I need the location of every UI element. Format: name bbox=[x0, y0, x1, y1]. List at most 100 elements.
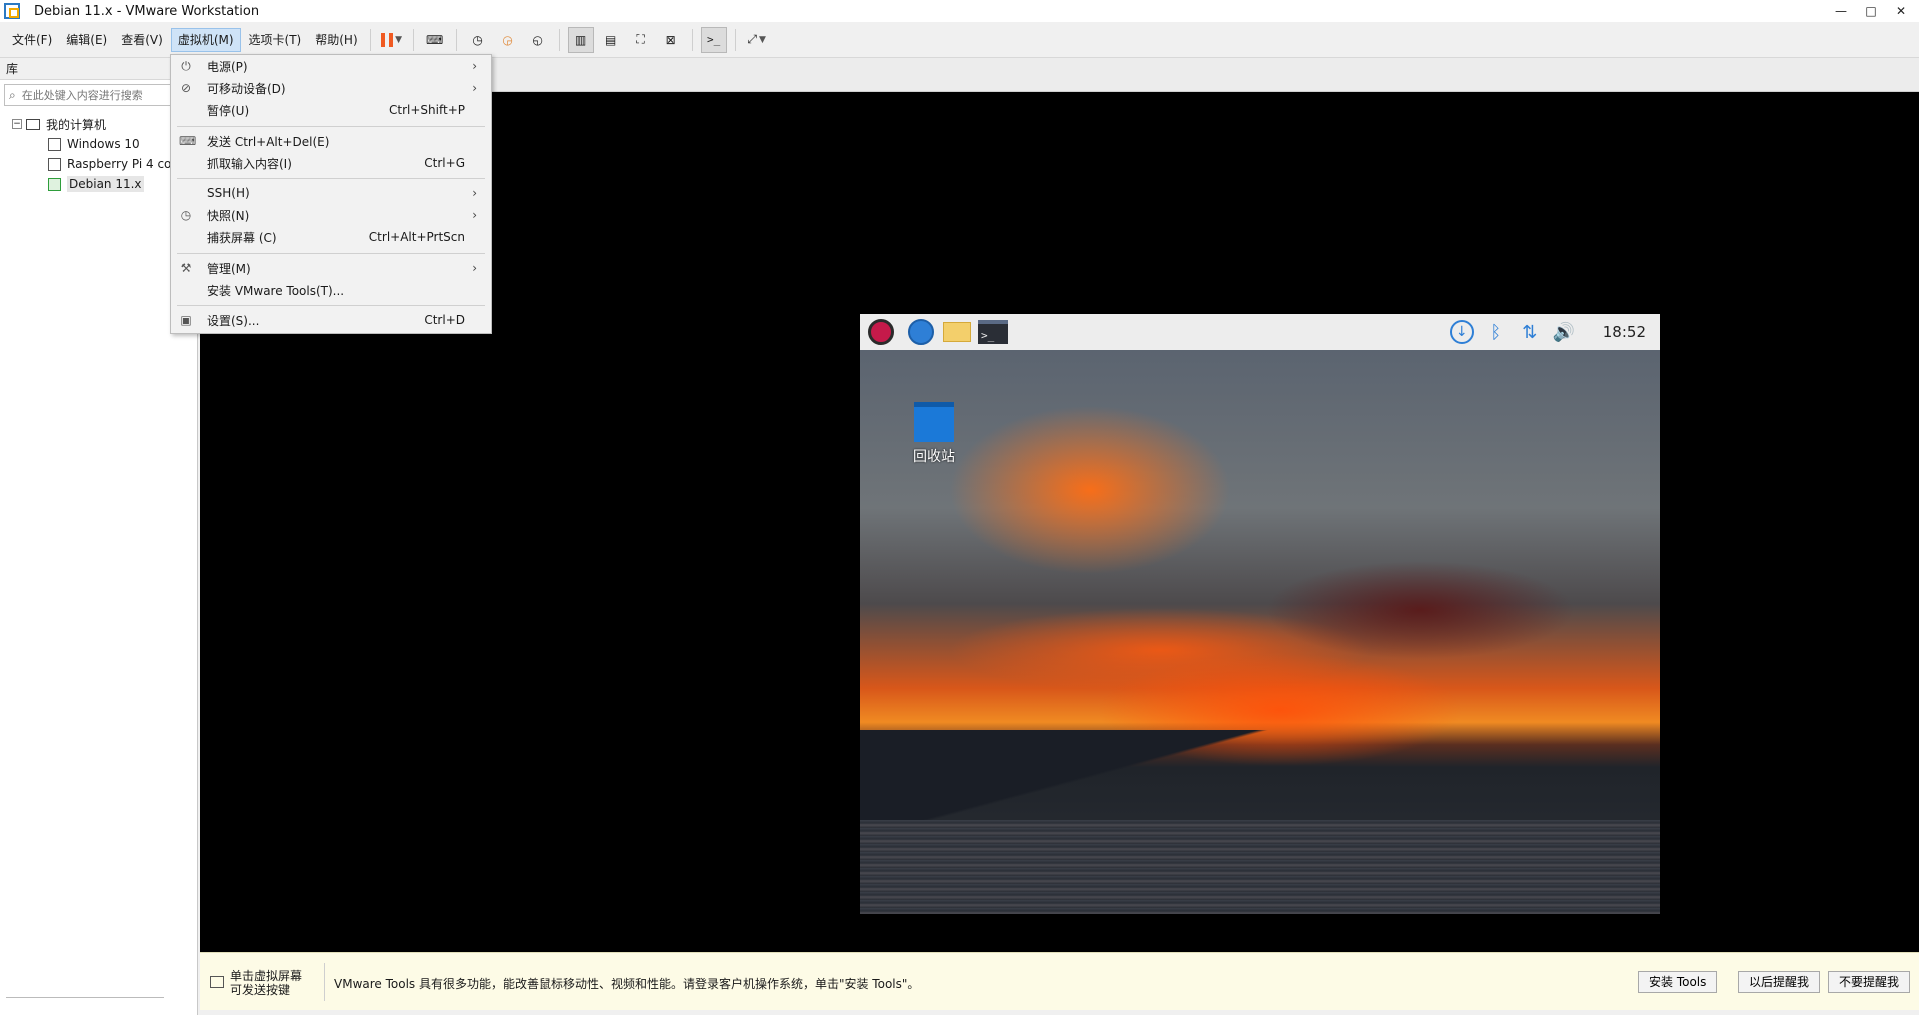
tree-item-vm[interactable]: Raspberry Pi 4 co bbox=[0, 154, 198, 174]
library-search[interactable]: ⌕ bbox=[4, 84, 193, 106]
stretch-guest-button[interactable]: ⤢ ▼ bbox=[744, 27, 770, 53]
trash-desktop-icon[interactable]: 回收站 bbox=[904, 402, 964, 466]
tree-item-vm[interactable]: Windows 10 bbox=[0, 134, 198, 154]
chevron-right-icon: › bbox=[472, 261, 477, 275]
menu-item-install-tools[interactable]: 安装 VMware Tools(T)... bbox=[171, 279, 491, 301]
collapse-icon[interactable]: − bbox=[12, 119, 22, 129]
revert-snapshot-button[interactable]: ◶ bbox=[495, 27, 521, 53]
console-view-button[interactable]: >_ bbox=[700, 26, 727, 53]
file-manager-launcher[interactable] bbox=[942, 317, 972, 347]
menu-item-settings[interactable]: ▣ 设置(S)... Ctrl+D bbox=[171, 309, 491, 331]
updates-tray-button[interactable]: ↓ bbox=[1445, 317, 1479, 347]
menu-tabs[interactable]: 选项卡(T) bbox=[243, 28, 308, 52]
menu-item-grab-input[interactable]: 抓取输入内容(I) Ctrl+G bbox=[171, 152, 491, 174]
menu-item-label: 发送 Ctrl+Alt+Del(E) bbox=[207, 134, 330, 149]
menu-item-label: 安装 VMware Tools(T)... bbox=[207, 283, 345, 298]
menu-separator bbox=[177, 253, 485, 254]
keyboard-icon: ⌨ bbox=[425, 32, 444, 47]
menu-item-label: 电源(P) bbox=[207, 59, 248, 74]
menu-item-removable-devices[interactable]: ⊘ 可移动设备(D) › bbox=[171, 77, 491, 99]
window-title: Debian 11.x - VMware Workstation bbox=[34, 3, 260, 19]
snapshot-icon: ◷ bbox=[180, 208, 192, 222]
menu-help[interactable]: 帮助(H) bbox=[309, 28, 363, 52]
toolbar-separator bbox=[734, 28, 736, 51]
wallpaper-mountains bbox=[860, 730, 1660, 820]
menu-item-power[interactable]: ⏻ 电源(P) › bbox=[171, 55, 491, 77]
globe-icon bbox=[908, 319, 934, 345]
minimize-button[interactable]: — bbox=[1826, 0, 1856, 22]
system-tray: ↓ ᛒ ⇅ 🔊 18:52 bbox=[1445, 314, 1660, 350]
snapshot-icon: ◷ bbox=[472, 32, 483, 47]
never-remind-button[interactable]: 不要提醒我 bbox=[1828, 971, 1911, 993]
menu-item-manage[interactable]: ⚒ 管理(M) › bbox=[171, 257, 491, 279]
unity-button[interactable]: ⊠ bbox=[658, 27, 684, 53]
menu-vm[interactable]: 虚拟机(M) bbox=[170, 27, 241, 52]
fullscreen-icon: ⛶ bbox=[636, 32, 645, 46]
menu-view[interactable]: 查看(V) bbox=[115, 28, 169, 52]
trash-icon bbox=[914, 402, 954, 442]
menu-item-label: 捕获屏幕 (C) bbox=[207, 230, 277, 245]
pause-icon bbox=[381, 32, 394, 47]
thumbnail-icon: ▤ bbox=[604, 32, 617, 47]
menu-separator bbox=[177, 178, 485, 179]
snapshot-manager-button[interactable]: ◵ bbox=[525, 27, 551, 53]
menu-toolbar: 文件(F) 编辑(E) 查看(V) 虚拟机(M) 选项卡(T) 帮助(H) ▼ … bbox=[0, 22, 1919, 58]
network-icon: ⇅ bbox=[1522, 321, 1538, 343]
menu-item-capture-screen[interactable]: 捕获屏幕 (C) Ctrl+Alt+PrtScn bbox=[171, 226, 491, 248]
menu-item-label: 可移动设备(D) bbox=[207, 81, 286, 96]
menu-item-snapshot[interactable]: ◷ 快照(N) › bbox=[171, 204, 491, 226]
pause-button[interactable]: ▼ bbox=[379, 27, 405, 53]
show-library-button[interactable]: ▥ bbox=[567, 26, 594, 53]
send-ctrl-alt-del-button[interactable]: ⌨ bbox=[422, 27, 448, 53]
tree-item-my-computer[interactable]: − 我的计算机 bbox=[0, 114, 198, 134]
raspberry-menu-button[interactable] bbox=[866, 317, 896, 347]
menu-item-shortcut: Ctrl+Shift+P bbox=[389, 103, 465, 117]
chevron-down-icon: ▼ bbox=[758, 34, 766, 45]
computer-icon bbox=[26, 118, 40, 130]
vmware-app-icon bbox=[4, 3, 20, 19]
thumbnail-bar-button[interactable]: ▤ bbox=[598, 27, 624, 53]
library-header: 库 bbox=[0, 58, 197, 80]
maximize-button[interactable]: □ bbox=[1856, 0, 1886, 22]
menu-item-send-ctrl-alt-del[interactable]: ⌨ 发送 Ctrl+Alt+Del(E) bbox=[171, 130, 491, 152]
menu-separator bbox=[177, 126, 485, 127]
tree-item-label: Raspberry Pi 4 co bbox=[67, 157, 172, 171]
close-button[interactable]: ✕ bbox=[1886, 0, 1916, 22]
menu-item-label: 暂停(U) bbox=[207, 103, 250, 118]
menu-edit[interactable]: 编辑(E) bbox=[60, 28, 113, 52]
hint-divider bbox=[324, 963, 325, 1001]
library-panel-icon: ▥ bbox=[574, 32, 587, 47]
trash-label: 回收站 bbox=[913, 449, 955, 465]
devices-icon: ⊘ bbox=[180, 81, 192, 95]
bluetooth-tray-button[interactable]: ᛒ bbox=[1479, 317, 1513, 347]
menu-item-pause[interactable]: 暂停(U) Ctrl+Shift+P bbox=[171, 99, 491, 121]
guest-desktop[interactable]: 回收站 >_ ↓ ᛒ ⇅ 🔊 18:52 bbox=[860, 314, 1660, 914]
revert-icon: ◶ bbox=[502, 32, 513, 47]
vm-icon bbox=[48, 137, 61, 151]
download-icon: ↓ bbox=[1449, 320, 1474, 344]
terminal-launcher[interactable]: >_ bbox=[978, 317, 1008, 347]
tree-item-vm-selected[interactable]: Debian 11.x bbox=[0, 174, 198, 194]
hint-line: 单击虚拟屏幕 bbox=[230, 969, 303, 983]
vm-icon bbox=[48, 157, 61, 171]
menu-item-ssh[interactable]: SSH(H) › bbox=[171, 182, 491, 204]
chevron-down-icon: ▼ bbox=[395, 34, 403, 45]
power-icon: ⏻ bbox=[181, 59, 191, 73]
volume-tray-button[interactable]: 🔊 bbox=[1547, 317, 1581, 347]
fullscreen-button[interactable]: ⛶ bbox=[628, 27, 654, 53]
install-tools-button[interactable]: 安装 Tools bbox=[1638, 971, 1718, 993]
library-search-input[interactable] bbox=[21, 88, 182, 102]
desktop-wallpaper: 回收站 bbox=[860, 350, 1660, 914]
wallpaper-water bbox=[860, 820, 1660, 914]
snapshot-button[interactable]: ◷ bbox=[465, 27, 491, 53]
menu-file[interactable]: 文件(F) bbox=[6, 28, 58, 52]
unity-icon: ⊠ bbox=[665, 32, 676, 47]
browser-launcher[interactable] bbox=[906, 317, 936, 347]
remind-later-button[interactable]: 以后提醒我 bbox=[1738, 971, 1821, 993]
click-screen-hint: 单击虚拟屏幕 可发送按键 bbox=[230, 969, 302, 997]
terminal-icon: >_ bbox=[978, 320, 1008, 344]
vm-running-icon bbox=[48, 177, 61, 191]
menu-item-shortcut: Ctrl+D bbox=[424, 313, 465, 327]
network-tray-button[interactable]: ⇅ bbox=[1513, 317, 1547, 347]
library-scrollbar[interactable] bbox=[6, 997, 164, 1007]
